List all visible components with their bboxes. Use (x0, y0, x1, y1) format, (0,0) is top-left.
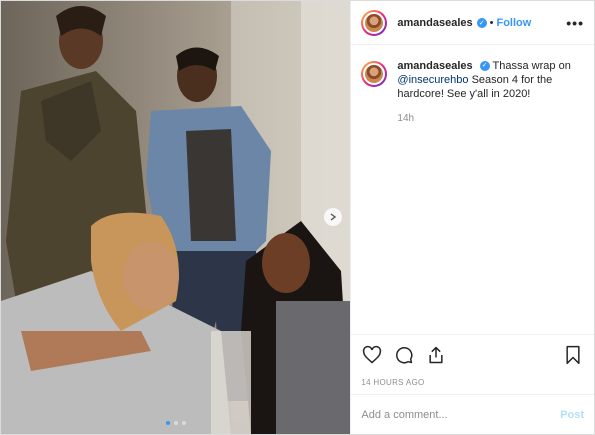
verified-badge-icon: ✓ (479, 61, 490, 72)
post-timestamp: 14 HOURS AGO (361, 378, 425, 387)
like-button[interactable] (361, 344, 383, 366)
share-button[interactable] (425, 344, 447, 366)
heart-icon (363, 345, 382, 363)
carousel-next-button[interactable] (324, 208, 342, 226)
caption-body-start: Thassa wrap on (492, 60, 571, 72)
comment-button[interactable] (393, 344, 415, 366)
carousel-dot (166, 421, 170, 425)
action-bar (351, 334, 594, 374)
avatar[interactable] (361, 9, 388, 36)
share-icon (429, 346, 443, 363)
instagram-post: amandaseales ✓ • Follow ••• amandaseales… (0, 0, 595, 435)
group-photo-image (1, 1, 351, 434)
carousel-dot (174, 421, 178, 425)
chevron-right-icon (330, 213, 337, 221)
caption-text: amandaseales ✓ Thassa wrap on @insecureh… (397, 59, 584, 101)
bookmark-icon (566, 345, 580, 364)
post-side-panel: amandaseales ✓ • Follow ••• amandaseales… (350, 1, 594, 434)
verified-badge-icon: ✓ (476, 17, 487, 28)
caption-mention-link[interactable]: @insecurehbo (397, 74, 468, 86)
caption-relative-time: 14h (397, 113, 415, 124)
more-options-icon[interactable]: ••• (566, 16, 584, 30)
comment-icon (396, 346, 413, 364)
post-comment-button[interactable]: Post (560, 409, 584, 421)
comments-area: amandaseales ✓ Thassa wrap on @insecureh… (351, 45, 594, 334)
header-username[interactable]: amandaseales (397, 17, 472, 29)
comment-input[interactable] (361, 408, 561, 421)
carousel-indicator (1, 421, 350, 425)
add-comment-bar: Post (351, 394, 594, 434)
caption-avatar[interactable] (361, 61, 388, 87)
save-button[interactable] (562, 344, 584, 366)
caption-username[interactable]: amandaseales (397, 60, 472, 72)
post-header: amandaseales ✓ • Follow ••• (351, 1, 594, 45)
carousel-dot (182, 421, 186, 425)
follow-button[interactable]: Follow (496, 17, 531, 29)
header-separator: • (489, 16, 494, 29)
caption-row: amandaseales ✓ Thassa wrap on @insecureh… (361, 59, 584, 101)
post-photo[interactable] (1, 1, 351, 434)
